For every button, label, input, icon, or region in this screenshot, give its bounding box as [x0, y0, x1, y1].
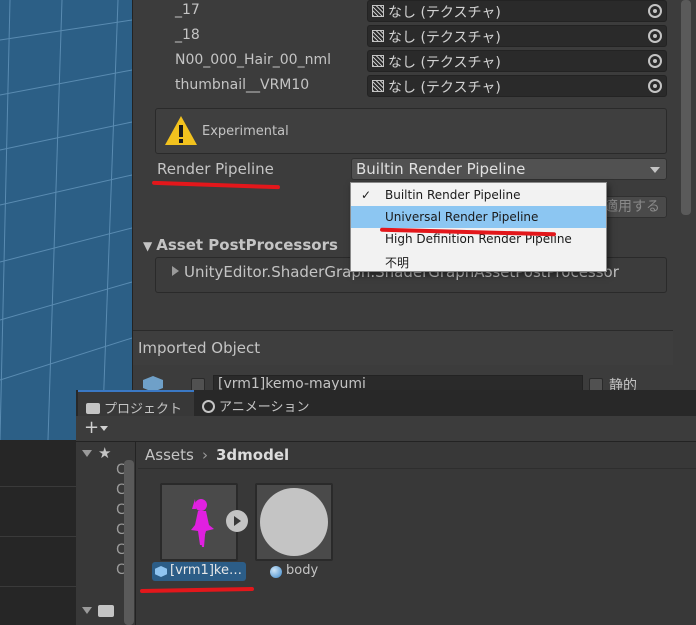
material-icon	[270, 566, 282, 578]
asset-postprocessors-title: Asset PostProcessors	[156, 236, 338, 254]
project-folder-tree: ★ C C C C C C	[76, 442, 136, 625]
dropdown-item-unknown[interactable]: 不明	[351, 250, 606, 272]
breadcrumb: Assets › 3dmodel	[138, 443, 696, 469]
texture-icon	[372, 80, 384, 92]
create-button[interactable]: +	[84, 417, 108, 438]
imported-object-row: [vrm1]kemo-mayumi 静的	[133, 366, 673, 395]
breadcrumb-3dmodel[interactable]: 3dmodel	[216, 446, 289, 464]
project-toolbar: +	[76, 416, 696, 442]
texture-field-value: なし (テクスチャ)	[388, 30, 501, 46]
texture-row-label: N00_000_Hair_00_nml	[175, 52, 331, 68]
expand-arrow-icon[interactable]	[82, 450, 92, 457]
dropdown-item-label: 不明	[385, 256, 410, 270]
experimental-label: Experimental	[202, 124, 289, 139]
scene-view[interactable]	[0, 0, 132, 440]
object-picker-icon[interactable]	[648, 54, 662, 68]
plus-icon: +	[84, 417, 100, 438]
texture-icon	[372, 5, 384, 17]
chevron-down-icon	[650, 167, 660, 173]
texture-field[interactable]: なし (テクスチャ)	[367, 0, 667, 22]
scene-grid	[0, 0, 132, 440]
breadcrumb-assets[interactable]: Assets	[145, 446, 194, 464]
tab-animation-label: アニメーション	[219, 400, 310, 415]
texture-row: N00_000_Hair_00_nml なし (テクスチャ)	[133, 50, 673, 74]
asset-name: body	[286, 563, 319, 578]
render-pipeline-label: Render Pipeline	[157, 160, 274, 178]
dropdown-item-label: Universal Render Pipeline	[385, 210, 539, 224]
folder-icon	[86, 403, 100, 414]
render-pipeline-value: Builtin Render Pipeline	[356, 160, 526, 178]
asset-label[interactable]: body	[268, 563, 318, 578]
inspector-scrollbar[interactable]	[681, 0, 691, 215]
chevron-down-icon	[100, 426, 108, 431]
dropdown-item-label: Builtin Render Pipeline	[385, 188, 521, 202]
tab-project-label: プロジェクト	[104, 402, 183, 417]
asset-name: [vrm1]ke…	[170, 563, 242, 578]
tab-project[interactable]: プロジェクト	[78, 390, 194, 417]
texture-icon	[372, 55, 384, 67]
texture-row: _17 なし (テクスチャ)	[133, 0, 673, 24]
favorites-star-icon[interactable]: ★	[98, 444, 111, 462]
foldout-arrow-icon: ▼	[143, 239, 153, 253]
material-sphere-icon	[260, 488, 328, 556]
texture-row-label: _17	[175, 2, 200, 18]
texture-field[interactable]: なし (テクスチャ)	[367, 25, 667, 47]
texture-icon	[372, 30, 384, 42]
expand-arrow-icon[interactable]	[172, 266, 179, 276]
animation-clock-icon	[202, 400, 215, 413]
object-picker-icon[interactable]	[648, 79, 662, 93]
dropdown-item-builtin[interactable]: ✓ Builtin Render Pipeline	[351, 184, 606, 206]
texture-field[interactable]: なし (テクスチャ)	[367, 75, 667, 97]
imported-object-header: Imported Object	[133, 331, 673, 365]
panel-tabs: プロジェクト アニメーション	[76, 390, 696, 417]
dropdown-item-universal[interactable]: Universal Render Pipeline	[351, 206, 606, 228]
breadcrumb-separator-icon: ›	[202, 446, 208, 464]
tree-scrollbar[interactable]	[124, 460, 134, 625]
texture-row: _18 なし (テクスチャ)	[133, 25, 673, 49]
asset-postprocessors-header[interactable]: ▼ Asset PostProcessors	[143, 236, 338, 254]
character-silhouette-icon	[191, 499, 214, 547]
imported-object-title: Imported Object	[138, 339, 261, 357]
texture-field-value: なし (テクスチャ)	[388, 5, 501, 21]
prefab-icon	[155, 566, 167, 577]
render-pipeline-select[interactable]: Builtin Render Pipeline	[351, 158, 667, 180]
warning-icon	[165, 116, 197, 145]
object-picker-icon[interactable]	[648, 4, 662, 18]
texture-field[interactable]: なし (テクスチャ)	[367, 50, 667, 72]
expand-arrow-icon[interactable]	[82, 607, 92, 614]
texture-field-value: なし (テクスチャ)	[388, 55, 501, 71]
texture-field-value: なし (テクスチャ)	[388, 80, 501, 96]
scene-toolbar-area	[0, 440, 80, 625]
texture-row: thumbnail__VRM10 なし (テクスチャ)	[133, 75, 673, 99]
texture-row-label: thumbnail__VRM10	[175, 77, 310, 93]
folder-icon[interactable]	[98, 605, 114, 617]
texture-row-label: _18	[175, 27, 200, 43]
asset-thumbnail-material[interactable]	[255, 483, 333, 561]
asset-label-selected[interactable]: [vrm1]ke…	[152, 562, 246, 581]
object-picker-icon[interactable]	[648, 29, 662, 43]
tab-animation[interactable]: アニメーション	[198, 390, 338, 416]
experimental-helpbox: Experimental	[155, 108, 667, 154]
play-icon[interactable]	[226, 510, 248, 532]
check-icon: ✓	[361, 188, 372, 202]
apply-button[interactable]: 適用する	[603, 196, 667, 218]
